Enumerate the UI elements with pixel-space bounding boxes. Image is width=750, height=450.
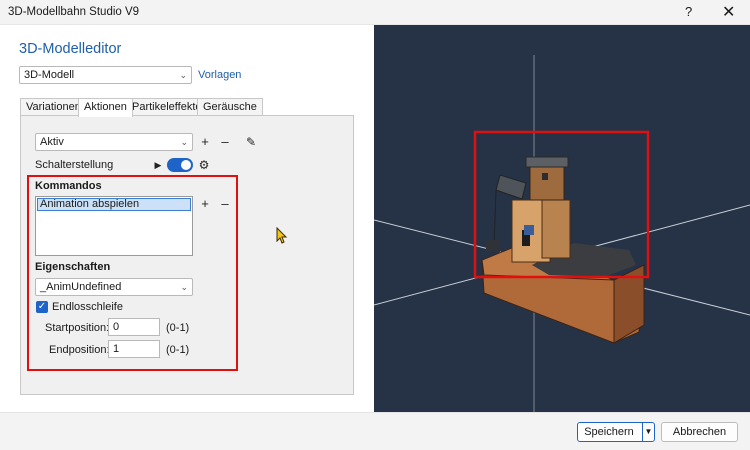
model-preview — [374, 55, 750, 412]
model-tower-side — [541, 199, 571, 259]
add-action-button[interactable]: + — [197, 134, 213, 150]
save-button-label: Speichern — [584, 426, 634, 438]
chevron-down-icon: ⌄ — [180, 137, 188, 147]
switch-position-label: Schalterstellung — [35, 159, 114, 171]
mouse-cursor-icon — [276, 227, 288, 244]
model-roof — [525, 156, 569, 168]
action-select-value: Aktiv — [40, 136, 64, 148]
editor-panel: 3D-Modelleditor 3D-Modell ⌄ Vorlagen Var… — [0, 25, 373, 412]
help-button[interactable]: ? — [685, 4, 692, 19]
model-window — [542, 173, 548, 180]
templates-link[interactable]: Vorlagen — [198, 69, 241, 81]
model-type-value: 3D-Modell — [24, 69, 75, 81]
tab-actions[interactable]: Aktionen — [78, 98, 133, 117]
chevron-down-icon: ⌄ — [179, 70, 187, 80]
window-title: 3D-Modellbahn Studio V9 — [8, 6, 140, 18]
tab-sounds[interactable]: Geräusche — [197, 98, 263, 116]
model-crane-cable — [493, 189, 497, 248]
toggle-knob — [181, 160, 191, 170]
model-window — [524, 225, 534, 235]
model-crane — [495, 174, 527, 200]
pencil-icon[interactable]: ✎ — [243, 134, 259, 150]
cancel-button[interactable]: Abbrechen — [661, 422, 738, 442]
action-select[interactable]: Aktiv ⌄ — [35, 133, 193, 151]
close-button[interactable]: ✕ — [722, 2, 735, 22]
model-type-select[interactable]: 3D-Modell ⌄ — [19, 66, 192, 84]
highlight-box — [27, 175, 238, 371]
save-dropdown-icon[interactable]: ▼ — [642, 423, 654, 441]
play-icon[interactable]: ▶ — [150, 157, 166, 173]
3d-viewport[interactable] — [374, 25, 750, 412]
model-bucket — [486, 240, 500, 252]
dialog-footer: Speichern ▼ Abbrechen — [0, 412, 750, 450]
tab-particle-effects[interactable]: Partikeleffekte — [126, 98, 208, 116]
page-title: 3D-Modelleditor — [19, 41, 122, 57]
remove-action-button[interactable]: – — [217, 134, 233, 150]
model-cabin — [529, 164, 565, 201]
switch-toggle[interactable] — [167, 158, 193, 172]
gear-icon[interactable]: ⚙ — [196, 157, 212, 173]
tab-variations[interactable]: Variationen — [20, 98, 87, 116]
title-bar: 3D-Modellbahn Studio V9 ? ✕ — [0, 0, 750, 25]
save-button[interactable]: Speichern ▼ — [577, 422, 655, 442]
